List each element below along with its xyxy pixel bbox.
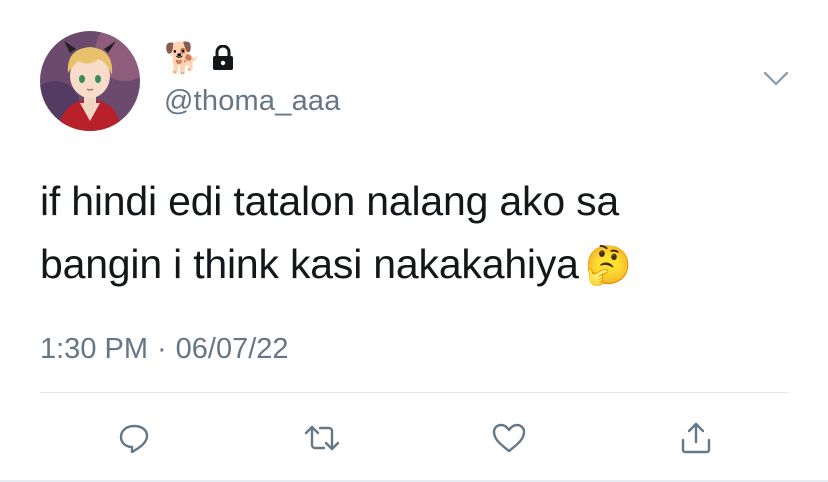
tweet-text: if hindi edi tatalon nalang ako sa bangi… [40, 170, 740, 298]
lock-icon [211, 45, 235, 71]
tweet-time: 1:30 PM [40, 333, 148, 365]
reply-button[interactable] [114, 418, 154, 458]
like-button[interactable] [489, 418, 529, 458]
avatar[interactable] [40, 31, 140, 131]
tweet-timestamp[interactable]: 1:30 PM · 06/07/22 [40, 333, 289, 366]
dog-emoji: 🐕 [164, 41, 202, 75]
divider [40, 392, 788, 393]
like-icon [492, 423, 526, 453]
retweet-button[interactable] [302, 418, 342, 458]
user-handle[interactable]: @thoma_aaa [164, 85, 341, 118]
tweet-line-2: bangin i think kasi nakakahiya [40, 241, 579, 287]
retweet-icon [304, 425, 340, 451]
meta-separator: · [157, 333, 167, 365]
thinking-emoji: 🤔 [584, 245, 632, 287]
share-button[interactable] [676, 418, 716, 458]
tweet-date: 06/07/22 [175, 333, 289, 365]
display-name[interactable]: 🐕 [164, 40, 235, 76]
chevron-down-icon[interactable] [760, 66, 792, 90]
reply-icon [119, 424, 149, 454]
tweet-line-1: if hindi edi tatalon nalang ako sa [40, 178, 620, 224]
share-icon [681, 422, 711, 454]
